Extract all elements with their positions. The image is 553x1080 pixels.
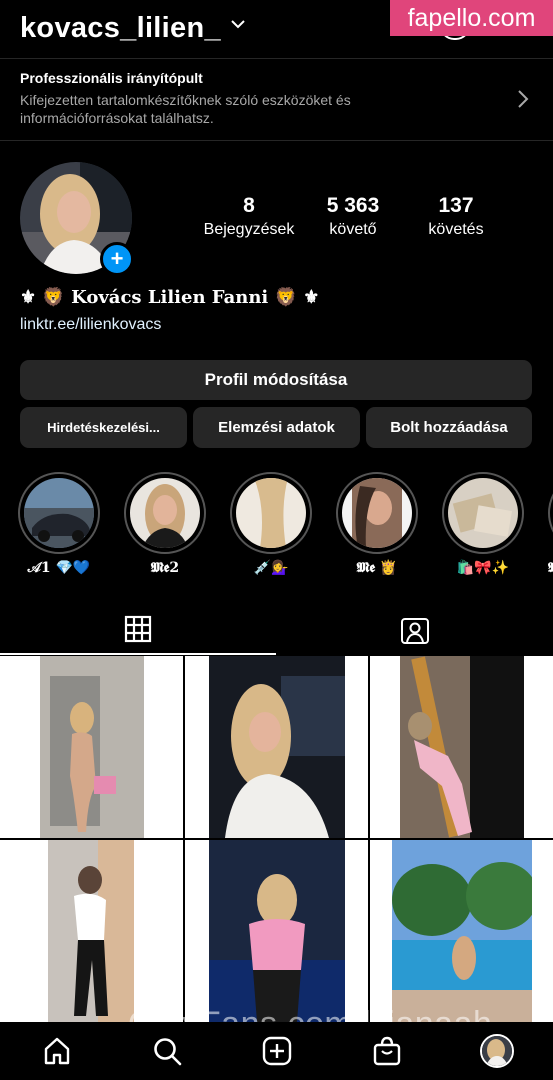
grid-icon [124,615,152,643]
chevron-down-icon[interactable] [230,18,246,30]
post-thumbnail[interactable] [0,840,183,1022]
post-thumbnail[interactable] [370,656,553,838]
watermark-logo: fapello.com [390,0,553,36]
profile-avatar[interactable]: + [20,162,134,276]
profile-avatar[interactable] [480,1034,514,1068]
shop-icon[interactable] [372,1036,402,1066]
ad-tools-button[interactable]: Hirdetéskezelési... [20,407,187,448]
active-tab-indicator [0,653,276,655]
highlight-ring [124,472,206,554]
add-story-button[interactable]: + [100,242,134,276]
post-thumbnail[interactable] [185,840,368,1022]
bio-display-name: ⚜ 🦁 Kovács Lilien Fanni 🦁 ⚜ [20,287,320,308]
highlight-item[interactable]: 💉💁‍♀️ [230,472,312,576]
highlight-ring [442,472,524,554]
username-switcher[interactable]: kovacs_lilien_ [20,12,221,45]
stat-label: követő [329,221,377,238]
tagged-icon [401,618,429,644]
post-thumbnail[interactable] [185,656,368,838]
add-icon[interactable] [262,1036,292,1066]
highlight-label: 💉💁‍♀️ [253,560,289,576]
post-grid [0,656,553,1022]
highlight-cover [24,478,94,548]
professional-dashboard[interactable]: Professzionális irányítópult Kifejezette… [0,58,553,140]
add-shop-button[interactable]: Bolt hozzáadása [366,407,532,448]
highlight-cover [342,478,412,548]
highlight-item[interactable]: 𝒜1 💎💙 [18,472,100,576]
highlight-cover [130,478,200,548]
chevron-right-icon [518,90,529,108]
top-bar: kovacs_lilien_ fapello.com [0,0,553,58]
stat-value: 8 [243,194,255,217]
highlight-ring [18,472,100,554]
divider [0,140,553,141]
highlight-label: 𝒜1 💎💙 [27,560,91,576]
highlight-label: 𝕸𝖊 👸 [356,560,398,576]
highlight-label: 🛍️🎀✨ [456,560,510,576]
dashboard-title: Professzionális irányítópult [20,70,203,86]
highlight-cover [236,478,306,548]
highlight-ring [336,472,418,554]
highlight-item[interactable]: 𝕸𝖊2 [124,472,206,576]
highlight-item[interactable]: 𝕸 [548,472,553,576]
highlight-cover [448,478,518,548]
home-icon[interactable] [42,1036,72,1066]
dashboard-subtitle: Kifejezetten tartalomkészítőknek szóló e… [20,92,351,126]
stat-label: követés [428,221,484,238]
edit-profile-button[interactable]: Profil módosítása [20,360,532,400]
highlight-label: 𝕸 [548,560,553,576]
highlight-item[interactable]: 🛍️🎀✨ [442,472,524,576]
stat-value: 137 [438,194,474,217]
bio-link[interactable]: linktr.ee/lilienkovacs [20,316,161,334]
stat-followers[interactable]: 5 363 követő [316,194,390,239]
post-thumbnail[interactable] [0,656,183,838]
stat-label: Bejegyzések [203,221,295,238]
search-icon[interactable] [152,1036,182,1066]
stat-following[interactable]: 137 követés [418,194,494,239]
highlight-item[interactable]: 𝕸𝖊 👸 [336,472,418,576]
bottom-nav [0,1022,553,1080]
insights-button[interactable]: Elemzési adatok [193,407,360,448]
highlight-label: 𝕸𝖊2 [150,560,180,576]
tab-tagged[interactable] [276,604,553,654]
stat-value: 5 363 [326,194,380,217]
post-thumbnail[interactable] [370,840,553,1022]
tab-grid[interactable] [0,604,276,654]
highlight-ring [230,472,312,554]
highlight-ring [548,472,553,554]
stat-posts[interactable]: 8 Bejegyzések [203,194,295,239]
